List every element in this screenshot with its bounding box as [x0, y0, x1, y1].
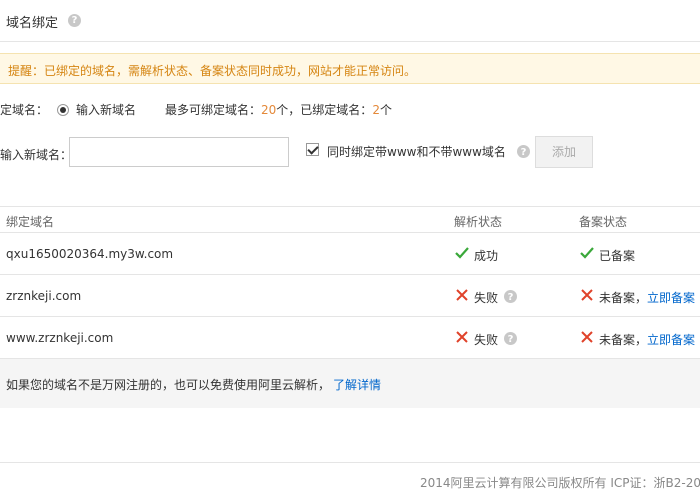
quota-max-count: 20 [261, 103, 277, 117]
table-header: 绑定域名 解析状态 备案状态 [0, 206, 700, 233]
x-icon [456, 289, 468, 301]
check-icon [455, 247, 469, 259]
domain-quota-text: 最多可绑定域名：20个，已绑定域名：2个 [165, 101, 392, 118]
copyright-text: 2014阿里云计算有限公司版权所有 ICP证：浙B2-200 [420, 476, 700, 490]
x-icon [456, 331, 468, 343]
help-icon[interactable]: ? [504, 332, 517, 345]
quota-mid: 个，已绑定域名： [276, 103, 373, 117]
help-icon[interactable]: ? [68, 14, 81, 27]
domain-cell: www.zrznkeji.com [6, 331, 114, 345]
domain-table: 绑定域名 解析状态 备案状态 qxu1650020364.my3w.com 成功… [0, 206, 700, 359]
check-icon [580, 247, 594, 259]
new-domain-radio[interactable] [57, 104, 69, 116]
record-now-link[interactable]: 立即备案 [647, 291, 695, 305]
table-row: qxu1650020364.my3w.com 成功 已备案 [0, 233, 700, 275]
new-domain-input[interactable] [69, 137, 289, 167]
dns-promo-note: 如果您的域名不是万网注册的，也可以免费使用阿里云解析， 了解详情 [0, 359, 700, 408]
help-icon[interactable]: ? [517, 145, 530, 158]
notice-text: 提醒：已绑定的域名，需解析状态、备案状态同时成功，网站才能正常访问。 [8, 64, 417, 78]
footer-divider [0, 462, 700, 463]
record-status: 已备案 [599, 249, 636, 263]
resolve-status: 失败 [474, 333, 499, 347]
add-button[interactable]: 添加 [535, 136, 593, 168]
svg-text:?: ? [508, 334, 514, 345]
col-header-resolve: 解析状态 [454, 215, 503, 229]
learn-more-link[interactable]: 了解详情 [333, 376, 381, 393]
svg-text:?: ? [521, 147, 527, 158]
notice-banner: 提醒：已绑定的域名，需解析状态、备案状态同时成功，网站才能正常访问。 [0, 53, 700, 84]
bind-domain-label: 定域名： [0, 103, 49, 117]
new-domain-radio-label[interactable]: 输入新域名 [76, 101, 136, 118]
quota-max-prefix: 最多可绑定域名： [165, 103, 262, 117]
table-row: www.zrznkeji.com 失败 ? 未备案，立即备案 [0, 317, 700, 359]
help-icon[interactable]: ? [504, 290, 517, 303]
www-bind-checkbox-label[interactable]: 同时绑定带www和不带www域名 [327, 143, 506, 160]
x-icon [581, 331, 593, 343]
page-header: 域名绑定 ? [0, 0, 700, 42]
record-status: 未备案，立即备案 [599, 331, 695, 348]
col-header-record: 备案状态 [579, 215, 628, 229]
quota-bound-count: 2 [372, 103, 380, 117]
domain-cell: zrznkeji.com [6, 289, 82, 303]
record-status-text: 未备案， [599, 291, 648, 305]
table-row: zrznkeji.com 失败 ? 未备案，立即备案 [0, 275, 700, 317]
domain-cell: qxu1650020364.my3w.com [6, 247, 174, 261]
resolve-status: 成功 [474, 249, 499, 263]
record-status: 未备案，立即备案 [599, 289, 695, 306]
page-title: 域名绑定 [6, 16, 59, 31]
quota-suffix: 个 [379, 103, 392, 117]
col-header-domain: 绑定域名 [6, 215, 55, 229]
new-domain-label: 输入新域名： [0, 148, 73, 162]
resolve-status: 失败 [474, 291, 499, 305]
www-bind-checkbox[interactable] [306, 143, 319, 156]
dns-promo-text: 如果您的域名不是万网注册的，也可以免费使用阿里云解析， [6, 378, 331, 392]
record-status-text: 未备案， [599, 333, 648, 347]
x-icon [581, 289, 593, 301]
record-now-link[interactable]: 立即备案 [647, 333, 695, 347]
svg-text:?: ? [508, 292, 514, 303]
